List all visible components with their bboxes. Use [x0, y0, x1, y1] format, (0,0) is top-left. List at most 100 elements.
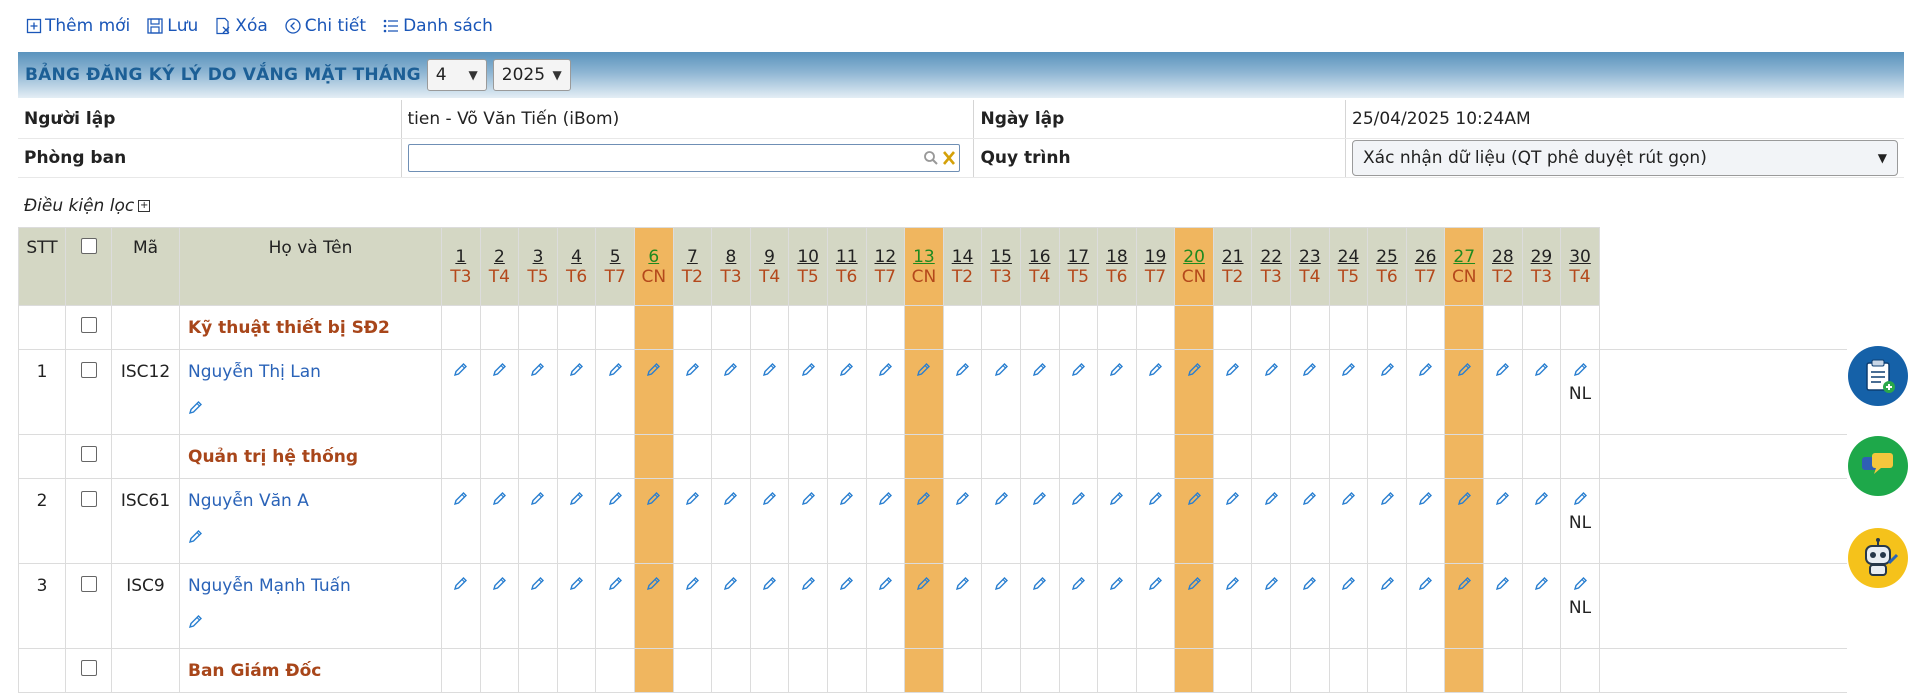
pencil-icon[interactable] [839, 576, 854, 596]
pencil-icon[interactable] [608, 362, 623, 382]
row-checkbox[interactable] [80, 660, 97, 676]
pencil-icon[interactable] [569, 576, 584, 596]
pencil-icon[interactable] [955, 491, 970, 511]
pencil-icon[interactable] [1109, 491, 1124, 511]
day-number[interactable]: 24 [1330, 247, 1368, 267]
pencil-icon[interactable] [762, 362, 777, 382]
pencil-icon[interactable] [762, 576, 777, 596]
day-number[interactable]: 11 [828, 247, 866, 267]
day-number[interactable]: 26 [1407, 247, 1445, 267]
pencil-icon[interactable] [839, 362, 854, 382]
day-number[interactable]: 3 [519, 247, 557, 267]
pencil-icon[interactable] [723, 491, 738, 511]
pencil-icon[interactable] [1457, 576, 1472, 596]
pencil-icon[interactable] [1380, 362, 1395, 382]
employee-name-link[interactable]: Nguyễn Văn A [188, 491, 309, 511]
dept-input[interactable] [407, 144, 960, 172]
pencil-icon[interactable] [1071, 576, 1086, 596]
pencil-icon[interactable] [1302, 491, 1317, 511]
day-number[interactable]: 6 [635, 247, 673, 267]
pencil-icon[interactable] [1225, 491, 1240, 511]
pencil-icon[interactable] [1109, 576, 1124, 596]
pencil-icon[interactable] [1071, 491, 1086, 511]
pencil-icon[interactable] [1032, 576, 1047, 596]
chat-icon[interactable] [1848, 436, 1908, 496]
pencil-icon[interactable] [569, 491, 584, 511]
pencil-icon[interactable] [646, 491, 661, 511]
pencil-icon[interactable] [1032, 362, 1047, 382]
pencil-icon[interactable] [1495, 576, 1510, 596]
day-number[interactable]: 8 [712, 247, 750, 267]
pencil-icon[interactable] [608, 576, 623, 596]
pencil-icon[interactable] [646, 576, 661, 596]
pencil-icon[interactable] [1341, 576, 1356, 596]
pencil-icon[interactable] [1148, 491, 1163, 511]
pencil-icon[interactable] [839, 491, 854, 511]
pencil-icon[interactable] [1457, 362, 1472, 382]
edit-row-pencil-icon[interactable] [188, 529, 441, 549]
day-number[interactable]: 27 [1445, 247, 1483, 267]
pencil-icon[interactable] [1418, 362, 1433, 382]
day-number[interactable]: 28 [1484, 247, 1522, 267]
pencil-icon[interactable] [878, 491, 893, 511]
day-number[interactable]: 1 [442, 247, 480, 267]
day-number[interactable]: 13 [905, 247, 943, 267]
pencil-icon[interactable] [1148, 576, 1163, 596]
edit-row-pencil-icon[interactable] [188, 614, 441, 634]
day-number[interactable]: 16 [1021, 247, 1059, 267]
pencil-icon[interactable] [1264, 576, 1279, 596]
pencil-icon[interactable] [1573, 576, 1588, 596]
add-button[interactable]: Thêm mới [26, 16, 130, 36]
pencil-icon[interactable] [801, 576, 816, 596]
pencil-icon[interactable] [1264, 362, 1279, 382]
row-checkbox[interactable] [80, 491, 97, 507]
pencil-icon[interactable] [723, 576, 738, 596]
pencil-icon[interactable] [723, 362, 738, 382]
search-icon[interactable] [923, 150, 939, 166]
pencil-icon[interactable] [1264, 491, 1279, 511]
day-number[interactable]: 9 [751, 247, 789, 267]
row-checkbox[interactable] [80, 576, 97, 592]
day-number[interactable]: 25 [1368, 247, 1406, 267]
pencil-icon[interactable] [878, 576, 893, 596]
day-number[interactable]: 19 [1137, 247, 1175, 267]
day-number[interactable]: 14 [944, 247, 982, 267]
pencil-icon[interactable] [994, 576, 1009, 596]
pencil-icon[interactable] [608, 491, 623, 511]
day-number[interactable]: 10 [789, 247, 827, 267]
day-number[interactable]: 29 [1523, 247, 1561, 267]
pencil-icon[interactable] [492, 491, 507, 511]
day-number[interactable]: 5 [596, 247, 634, 267]
row-checkbox[interactable] [80, 446, 97, 462]
employee-name-link[interactable]: Nguyễn Thị Lan [188, 362, 321, 382]
pencil-icon[interactable] [1302, 362, 1317, 382]
year-select[interactable]: 2025 ▼ [492, 59, 571, 91]
pencil-icon[interactable] [1418, 576, 1433, 596]
day-number[interactable]: 7 [674, 247, 712, 267]
expand-icon[interactable]: + [138, 200, 151, 212]
pencil-icon[interactable] [762, 491, 777, 511]
pencil-icon[interactable] [1148, 362, 1163, 382]
pencil-icon[interactable] [1534, 491, 1549, 511]
day-number[interactable]: 12 [867, 247, 905, 267]
pencil-icon[interactable] [1341, 491, 1356, 511]
pencil-icon[interactable] [916, 491, 931, 511]
pencil-icon[interactable] [1573, 362, 1588, 382]
day-number[interactable]: 23 [1291, 247, 1329, 267]
pencil-icon[interactable] [801, 491, 816, 511]
filter-toggle[interactable]: Điều kiện lọc + [24, 196, 151, 216]
pencil-icon[interactable] [1109, 362, 1124, 382]
pencil-icon[interactable] [1225, 362, 1240, 382]
pencil-icon[interactable] [1380, 491, 1395, 511]
pencil-icon[interactable] [530, 576, 545, 596]
process-select[interactable]: Xác nhận dữ liệu (QT phê duyệt rút gọn) … [1352, 140, 1898, 176]
pencil-icon[interactable] [801, 362, 816, 382]
pencil-icon[interactable] [1495, 362, 1510, 382]
employee-name-link[interactable]: Nguyễn Mạnh Tuấn [188, 576, 351, 596]
pencil-icon[interactable] [492, 576, 507, 596]
day-number[interactable]: 4 [558, 247, 596, 267]
day-number[interactable]: 21 [1214, 247, 1252, 267]
pencil-icon[interactable] [646, 362, 661, 382]
pencil-icon[interactable] [492, 362, 507, 382]
day-number[interactable]: 18 [1098, 247, 1136, 267]
